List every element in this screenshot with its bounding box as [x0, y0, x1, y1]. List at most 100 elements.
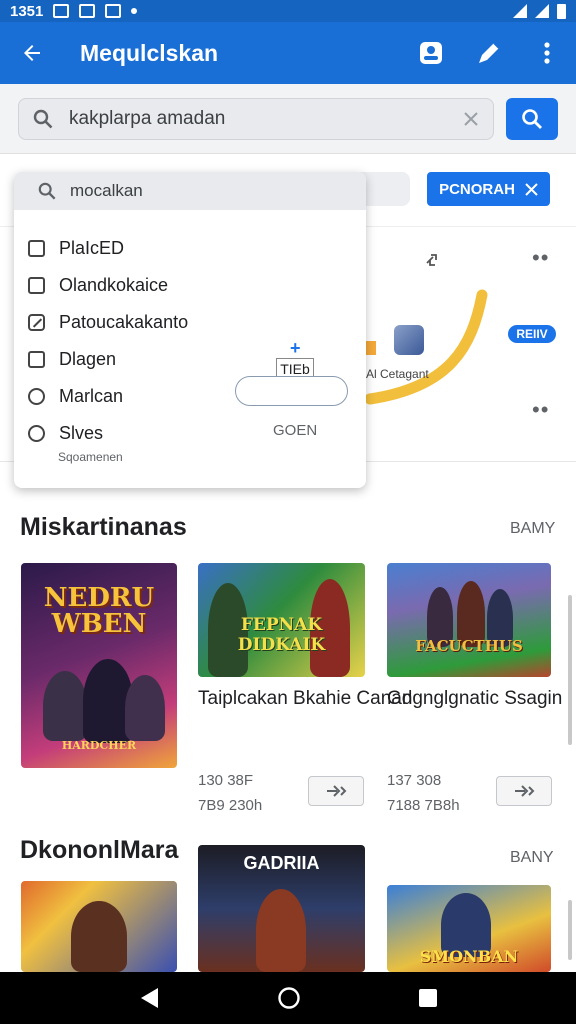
dropdown-text-field[interactable] — [235, 376, 348, 406]
game-stat-players: 137 308 — [387, 772, 442, 789]
checkbox[interactable] — [28, 351, 45, 368]
option-label: Dlagen — [59, 349, 117, 369]
status-badge: REIIV — [508, 325, 556, 343]
close-icon[interactable] — [525, 182, 538, 196]
game-stat-hours: 7B9 230h — [198, 797, 263, 814]
filter-chip[interactable]: PCNORAH — [427, 172, 550, 206]
clear-icon[interactable] — [463, 111, 479, 127]
radio-button[interactable] — [28, 425, 45, 442]
nav-back-icon[interactable] — [138, 986, 160, 1010]
filter-dropdown: mocalkan PlaIcED Olandkokaice Patoucakak… — [14, 172, 366, 488]
game-card[interactable]: GADRIIA — [198, 845, 365, 972]
option-item[interactable]: Patoucakakanto — [28, 304, 188, 341]
checkbox[interactable] — [28, 240, 45, 257]
status-bar: 1351 — [0, 0, 576, 22]
wifi-icon — [513, 4, 527, 18]
game-cover-image: FEPNAK DIDKAIK — [198, 563, 365, 677]
game-title[interactable]: Gdgnglgnatic Ssagin — [387, 687, 562, 710]
game-cover-title: SMONBAN — [419, 947, 519, 966]
share-button[interactable] — [496, 776, 552, 806]
character-figure — [71, 901, 127, 972]
filter-chip-label: PCNORAH — [439, 180, 515, 198]
game-cover-title: FEPNAK DIDKAIK — [237, 615, 326, 655]
search-input-value: kakplarpa amadan — [69, 108, 226, 129]
field-label: TIEb — [276, 358, 314, 378]
game-stat-players: 130 38F — [198, 772, 254, 789]
section-title: Miskartinanas — [20, 513, 187, 541]
option-label: PlaIcED — [59, 238, 125, 258]
game-card[interactable]: SMONBAN — [387, 885, 551, 972]
option-label: Olandkokaice — [59, 275, 169, 295]
account-button[interactable] — [402, 22, 460, 84]
page-title: Mequlclskan — [80, 39, 219, 66]
option-item[interactable]: Slves — [28, 415, 188, 452]
account-box-icon — [420, 42, 442, 64]
option-label: Patoucakakanto — [59, 312, 189, 332]
curve-decoration — [364, 289, 488, 405]
game-cover-title: GADRIIA — [243, 853, 320, 873]
game-cover-title: FACUCTHUS — [415, 637, 523, 655]
search-input[interactable]: kakplarpa amadan — [18, 98, 494, 140]
card-caption: Al Cetagant — [366, 367, 429, 381]
option-item[interactable]: Olandkokaice — [28, 267, 188, 304]
signal-icon — [535, 4, 549, 18]
share-icon — [515, 785, 535, 797]
plus-icon[interactable]: + — [290, 338, 301, 359]
scrollbar[interactable] — [568, 900, 572, 960]
nav-home-icon[interactable] — [277, 986, 301, 1010]
game-title[interactable]: Taiplcakan Bkahie Canan — [198, 687, 412, 710]
game-card[interactable] — [21, 881, 177, 972]
arrow-left-icon — [24, 45, 40, 61]
character-figure — [256, 889, 306, 972]
status-time: 1351 — [10, 2, 44, 20]
pencil-icon — [479, 42, 500, 63]
game-card[interactable]: FACUCTHUS — [387, 563, 551, 677]
search-icon — [33, 109, 53, 129]
option-item[interactable]: Dlagen — [28, 341, 188, 378]
scrollbar[interactable] — [568, 595, 572, 745]
dropdown-subtext: Sqoamenen — [58, 450, 123, 464]
checkbox-partial[interactable] — [28, 314, 45, 331]
more-horiz-icon[interactable]: •• — [532, 245, 549, 271]
more-vert-icon — [544, 42, 550, 64]
confirm-button[interactable]: GOEN — [273, 422, 317, 439]
edit-button[interactable] — [460, 22, 518, 84]
mail-notification-icon — [53, 4, 70, 18]
see-more-link[interactable]: BAMY — [510, 520, 555, 538]
character-figure — [125, 675, 165, 741]
thumbnail-image — [394, 325, 424, 355]
game-cover-title: NEDRU WBEN — [43, 583, 155, 639]
back-button[interactable] — [0, 22, 64, 84]
game-cover-image: FACUCTHUS — [387, 563, 551, 677]
battery-icon — [557, 3, 566, 19]
option-item[interactable]: Marlcan — [28, 378, 188, 415]
download-notification-icon — [105, 4, 122, 18]
share-icon — [327, 785, 347, 797]
checkbox[interactable] — [28, 277, 45, 294]
game-cover-image: NEDRU WBEN HARDCHER — [21, 563, 177, 768]
app-bar: Mequlclskan — [0, 22, 576, 84]
more-horiz-icon[interactable]: •• — [532, 397, 549, 423]
game-cover-image: GADRIIA — [198, 845, 365, 972]
thumbnail-small — [366, 341, 376, 355]
option-label: Marlcan — [59, 386, 124, 406]
notification-dot-icon — [131, 8, 138, 14]
system-nav-bar — [0, 972, 576, 1024]
dropdown-search-input[interactable]: mocalkan — [14, 172, 366, 210]
game-cover-image: SMONBAN — [387, 885, 551, 972]
see-more-link[interactable]: BANY — [510, 849, 554, 867]
share-button[interactable] — [308, 776, 364, 806]
nav-recents-icon[interactable] — [418, 988, 438, 1008]
game-cover-image — [21, 881, 177, 972]
overflow-menu-button[interactable] — [518, 22, 576, 84]
game-card[interactable]: FEPNAK DIDKAIK — [198, 563, 365, 677]
option-item[interactable]: PlaIcED — [28, 230, 188, 267]
radio-button[interactable] — [28, 388, 45, 405]
search-button[interactable] — [506, 98, 558, 140]
link-icon[interactable] — [424, 251, 442, 269]
game-card[interactable]: NEDRU WBEN HARDCHER — [21, 563, 177, 768]
search-icon — [522, 109, 542, 129]
app-notification-icon — [79, 4, 96, 18]
option-list: PlaIcED Olandkokaice Patoucakakanto Dlag… — [28, 230, 188, 452]
character-figure — [43, 671, 87, 741]
